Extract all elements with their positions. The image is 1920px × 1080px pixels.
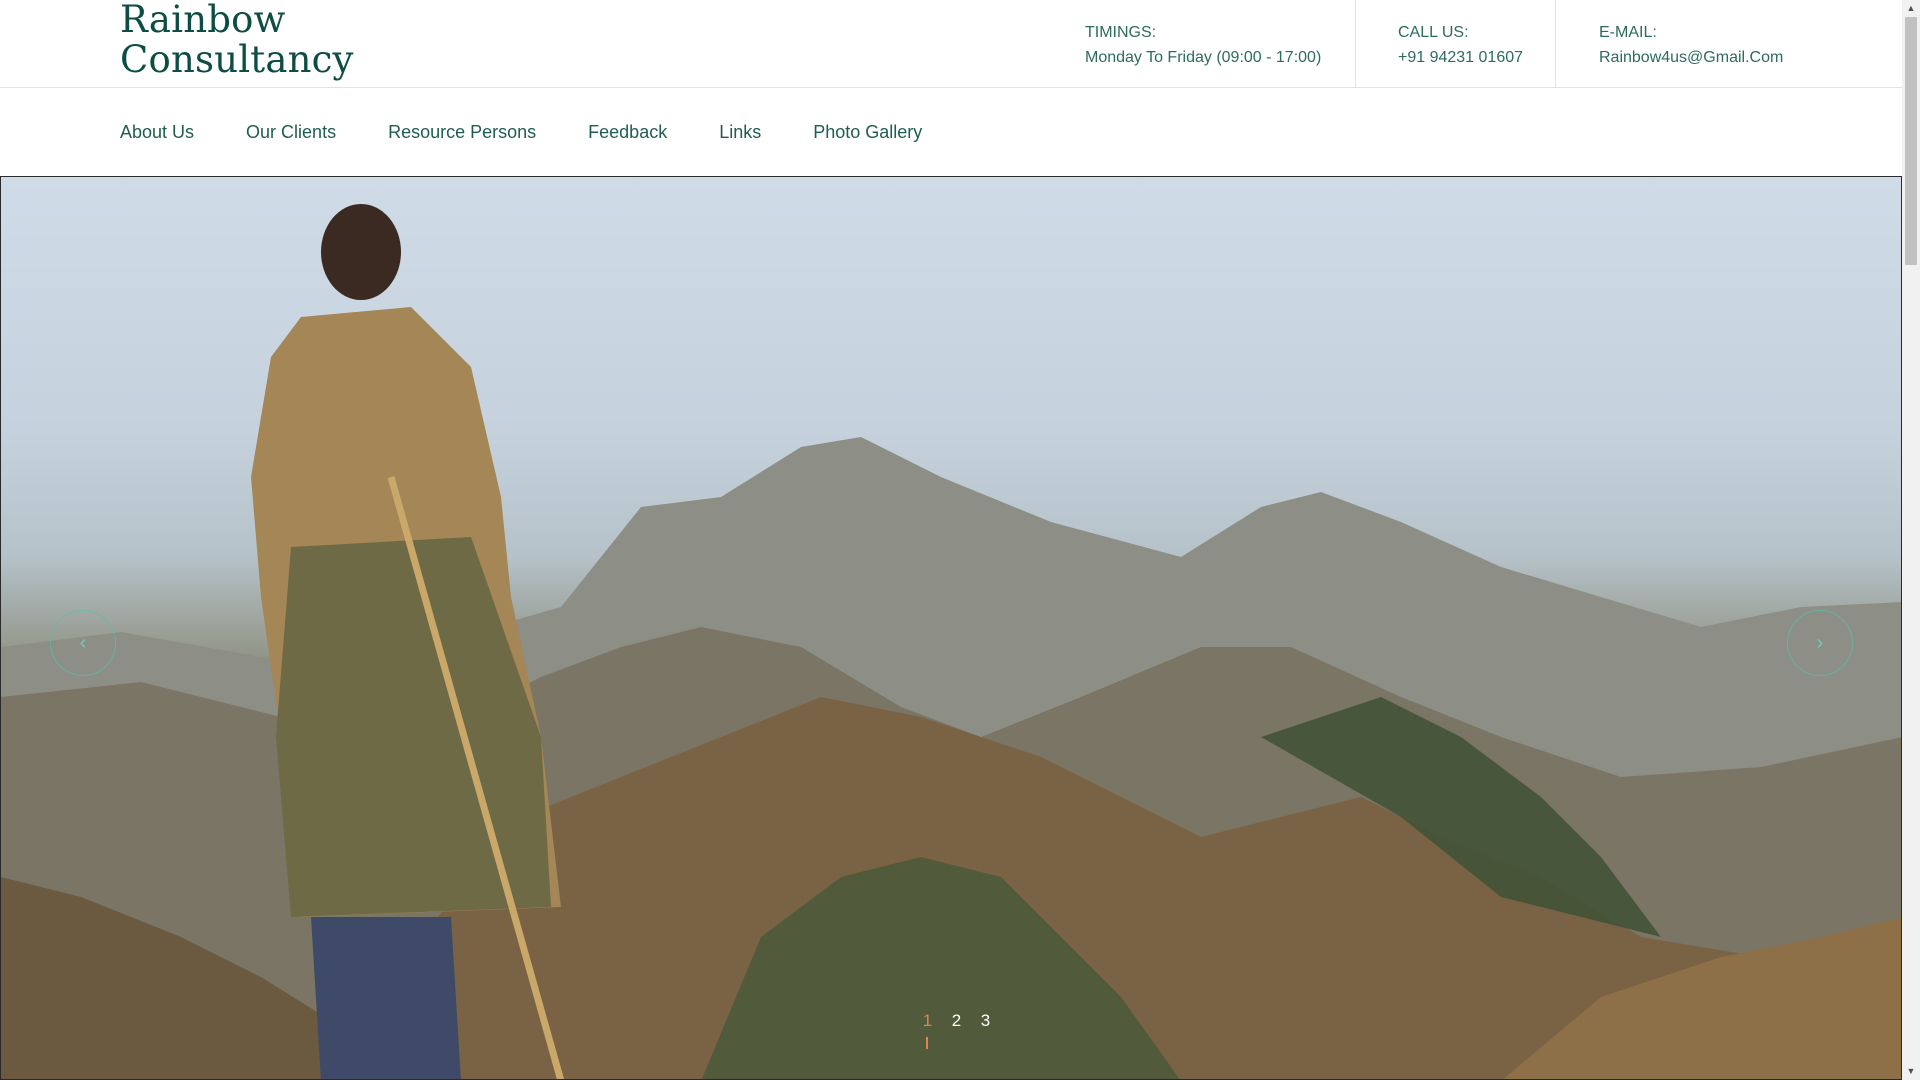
- chevron-left-icon: ‹: [79, 631, 87, 654]
- chevron-right-icon: ›: [1816, 631, 1824, 654]
- hero-slider: ‹ › 1 2 3: [0, 176, 1902, 1080]
- site-logo[interactable]: Rainbow Consultancy: [120, 0, 354, 80]
- phone-number-link[interactable]: +91 94231 01607: [1398, 45, 1555, 70]
- call-us-label: CALL US:: [1398, 24, 1469, 41]
- logo-line-1: Rainbow: [120, 0, 286, 41]
- main-nav: About Us Our Clients Resource Persons Fe…: [0, 89, 1902, 176]
- slider-page-3[interactable]: 3: [971, 1011, 1000, 1031]
- slider-next-button[interactable]: ›: [1787, 610, 1853, 676]
- slider-pagination: 1 2 3: [913, 1011, 1000, 1049]
- logo-line-2: Consultancy: [120, 38, 354, 81]
- slider-page-2[interactable]: 2: [942, 1011, 971, 1031]
- page: Rainbow Consultancy TIMINGS: Monday To F…: [0, 0, 1902, 1080]
- timings-label: TIMINGS:: [1085, 24, 1157, 41]
- hero-slide-image: [1, 204, 1901, 1079]
- email-label: E-MAIL:: [1599, 24, 1657, 41]
- slider-page-1[interactable]: 1: [913, 1011, 942, 1049]
- email-link[interactable]: Rainbow4us@Gmail.Com: [1599, 45, 1805, 70]
- email-block: E-MAIL: Rainbow4us@Gmail.Com: [1555, 0, 1805, 88]
- slider-prev-button[interactable]: ‹: [50, 610, 116, 676]
- nav-links[interactable]: Links: [719, 121, 761, 143]
- nav-our-clients[interactable]: Our Clients: [246, 121, 336, 143]
- nav-feedback[interactable]: Feedback: [588, 121, 667, 143]
- scroll-up-arrow-icon[interactable]: ▲: [1902, 0, 1920, 17]
- nav-resource-persons[interactable]: Resource Persons: [388, 121, 536, 143]
- scroll-down-arrow-icon[interactable]: ▼: [1902, 1063, 1920, 1080]
- nav-photo-gallery[interactable]: Photo Gallery: [813, 121, 922, 143]
- nav-about-us[interactable]: About Us: [120, 121, 194, 143]
- scrollbar-thumb[interactable]: [1905, 17, 1917, 265]
- page-scrollbar[interactable]: ▲ ▼: [1902, 0, 1920, 1080]
- timings-block: TIMINGS: Monday To Friday (09:00 - 17:00…: [1085, 0, 1355, 88]
- top-header: Rainbow Consultancy TIMINGS: Monday To F…: [0, 0, 1902, 88]
- timings-value: Monday To Friday (09:00 - 17:00): [1085, 49, 1322, 66]
- call-us-block: CALL US: +91 94231 01607: [1355, 0, 1555, 88]
